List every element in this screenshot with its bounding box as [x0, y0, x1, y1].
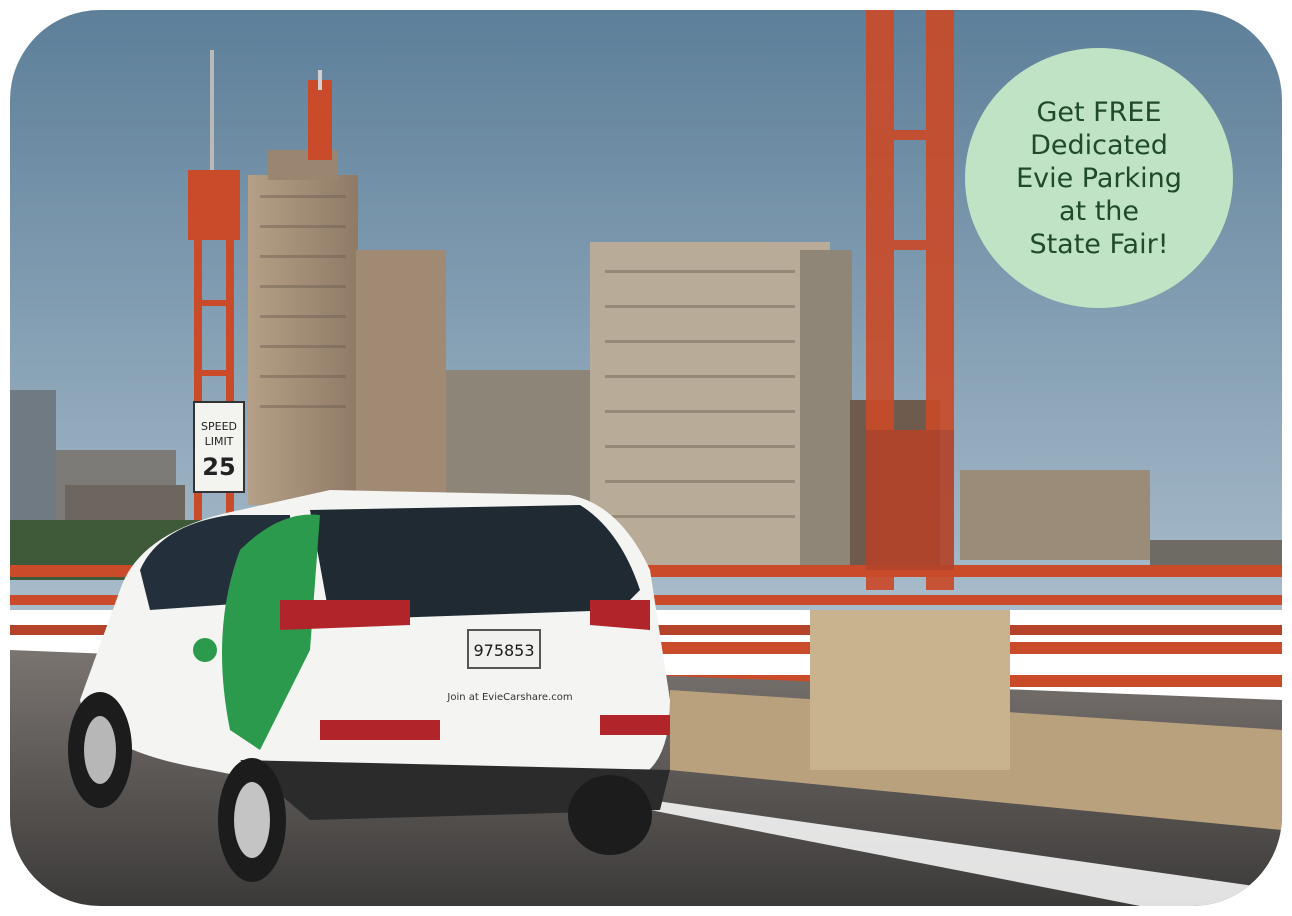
promo-line-3: Evie Parking: [1016, 162, 1182, 194]
promo-line-5: State Fair!: [1029, 228, 1169, 260]
ad-canvas: SPEED LIMIT 25 975853 Join at EvieCarsha…: [0, 0, 1292, 916]
svg-text:LIMIT: LIMIT: [205, 435, 234, 448]
svg-text:evie: evie: [222, 641, 256, 660]
svg-text:SPEED: SPEED: [201, 420, 237, 433]
promo-line-2: Dedicated: [1030, 129, 1168, 161]
promo-badge: Get FREE Dedicated Evie Parking at the S…: [965, 48, 1233, 308]
svg-text:975853: 975853: [473, 641, 534, 660]
svg-text:25: 25: [202, 453, 235, 481]
svg-text:Join at EvieCarshare.com: Join at EvieCarshare.com: [446, 692, 572, 703]
promo-line-4: at the: [1058, 195, 1140, 227]
promo-line-1: Get FREE: [1036, 96, 1162, 128]
speed-limit-sign: SPEED LIMIT 25: [193, 401, 245, 493]
radio-tower: [308, 70, 332, 160]
evie-logo-icon: [193, 638, 217, 662]
